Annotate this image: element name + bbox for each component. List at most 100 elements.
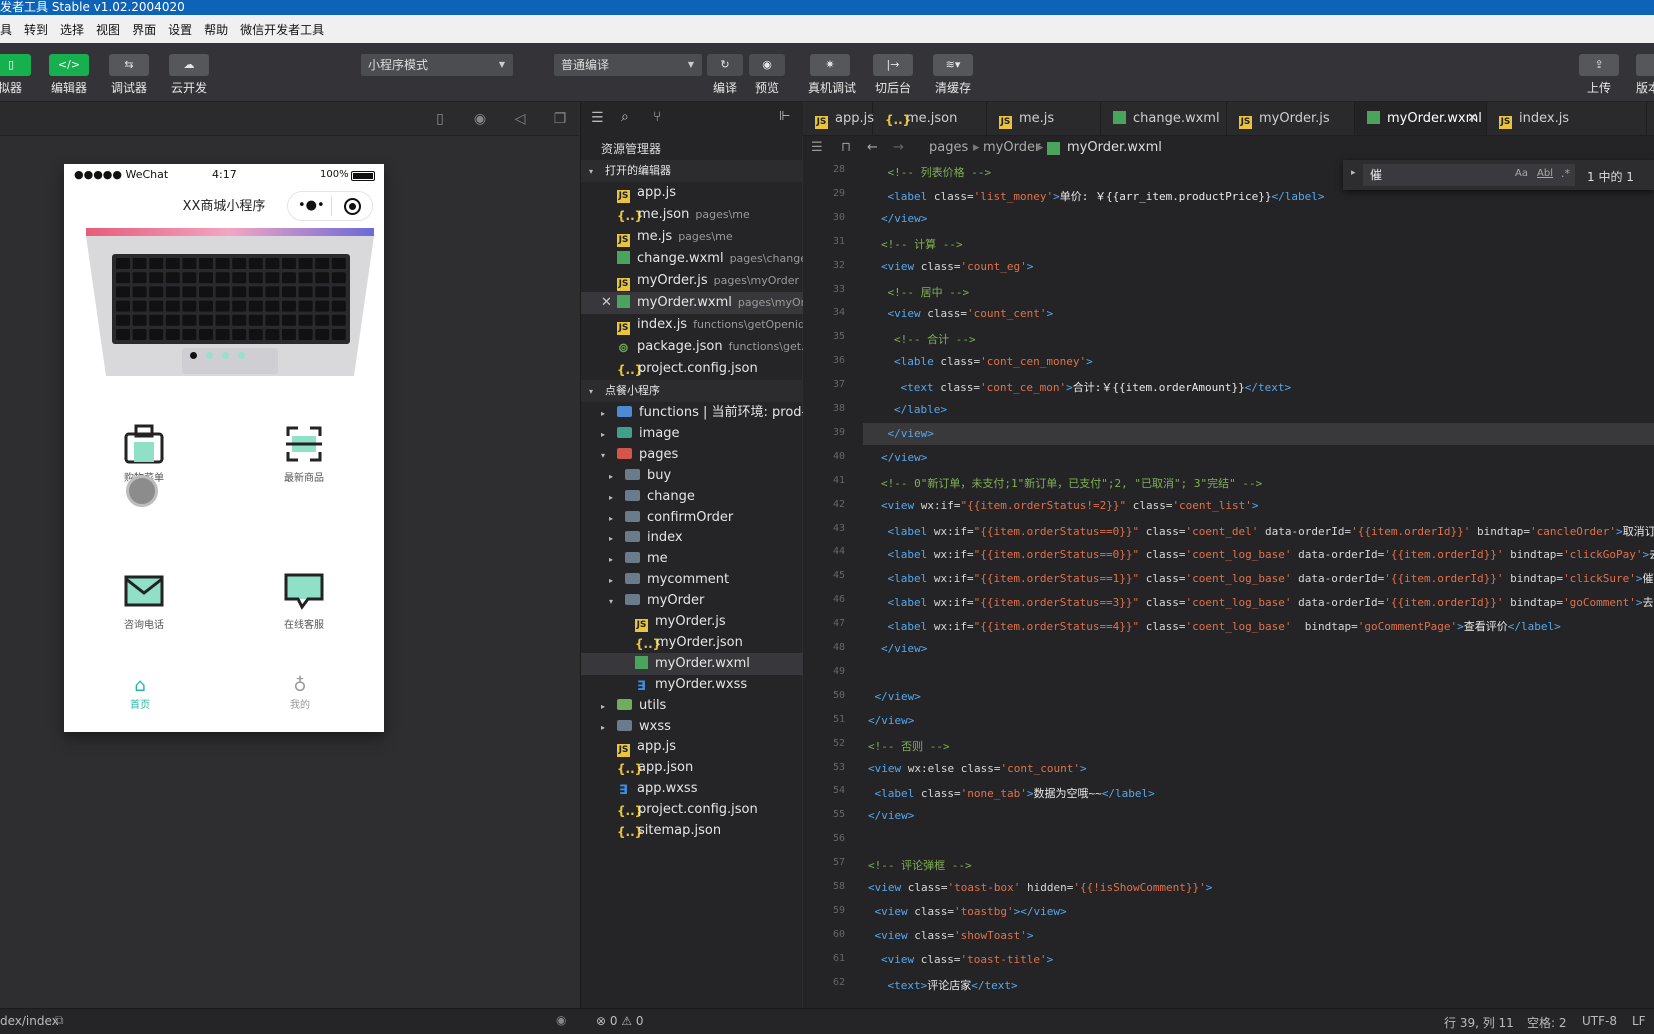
copy-icon[interactable]: ⧉ xyxy=(55,1013,64,1028)
folder-icon xyxy=(625,468,640,480)
grid-item-contact-phone[interactable]: 咨询电话 xyxy=(104,569,184,631)
clear-cache-button[interactable]: ≋▾ 清缓存 xyxy=(932,54,974,96)
tree-item[interactable]: ▸ image xyxy=(581,423,803,445)
tree-item[interactable]: ▸ functions | 当前环境: prod-... xyxy=(581,402,803,424)
git-branch-icon[interactable]: ⑂ xyxy=(653,109,661,125)
menu-item[interactable]: 界面 xyxy=(126,21,162,38)
list-icon[interactable]: ☰ xyxy=(591,110,604,126)
capsule-menu[interactable]: •●• xyxy=(287,191,373,221)
problems-count[interactable]: ⊗ 0 ⚠ 0 xyxy=(596,1014,644,1028)
breadcrumb-pages[interactable]: pages xyxy=(929,136,968,160)
menu-item[interactable]: 帮助 xyxy=(198,21,234,38)
whole-word-icon[interactable]: Abl xyxy=(1537,168,1553,179)
tree-item[interactable]: ▸ wxss xyxy=(581,716,803,738)
list-icon[interactable]: ☰ xyxy=(811,136,823,160)
tree-item[interactable]: ∃ myOrder.wxss xyxy=(581,674,803,696)
open-editor-item[interactable]: JS myOrder.js pages\myOrder xyxy=(581,270,803,292)
tab-app-js[interactable]: JS app.js xyxy=(803,102,874,135)
menu-item[interactable]: 选择 xyxy=(54,21,90,38)
debugger-button[interactable]: ⇆ 调试器 xyxy=(108,54,150,96)
menu-item[interactable]: 具 xyxy=(0,21,18,38)
match-case-icon[interactable]: Aa xyxy=(1515,168,1528,179)
more-icon[interactable]: •●• xyxy=(298,198,325,213)
search-icon[interactable]: ⌕ xyxy=(621,109,629,125)
compile-select[interactable]: 普通编译 ▼ xyxy=(554,54,702,76)
preview-button[interactable]: ◉ 预览 xyxy=(747,54,787,96)
close-icon[interactable] xyxy=(344,198,361,215)
open-editor-item[interactable]: JS me.js pages\me xyxy=(581,226,803,248)
tree-item[interactable]: ▾ myOrder xyxy=(581,590,803,612)
close-icon[interactable]: ✕ xyxy=(1467,102,1478,135)
menu-item[interactable]: 转到 xyxy=(18,21,54,38)
tree-item[interactable]: ∃ app.wxss xyxy=(581,778,803,800)
tree-item[interactable]: ▸ me xyxy=(581,548,803,570)
tree-item[interactable]: JS myOrder.js xyxy=(581,611,803,633)
regex-icon[interactable]: .* xyxy=(1561,167,1570,180)
collapse-panel-icon[interactable]: ⊩ xyxy=(779,109,790,124)
compile-button[interactable]: ↻ 编译 xyxy=(705,54,745,96)
section-open-editors[interactable]: ▾ 打开的编辑器 xyxy=(581,160,803,182)
tree-item[interactable]: ▸ confirmOrder xyxy=(581,507,803,529)
device-icon[interactable]: ▯ xyxy=(432,111,448,127)
tab-myorder-js[interactable]: JS myOrder.js xyxy=(1227,102,1355,135)
bookmark-icon[interactable]: ⊓ xyxy=(841,136,851,160)
menu-item[interactable]: 微信开发者工具 xyxy=(234,21,330,38)
breadcrumb-file[interactable]: myOrder.wxml xyxy=(1067,136,1162,160)
simulator-button[interactable]: ▯ 拟器 xyxy=(0,54,32,96)
open-editor-item[interactable]: {..}project.config.json xyxy=(581,358,803,380)
tab-me[interactable]: ♁ 我的 xyxy=(279,676,321,712)
menu-item[interactable]: 视图 xyxy=(90,21,126,38)
tree-item[interactable]: {..}project.config.json xyxy=(581,799,803,821)
tree-item[interactable]: myOrder.wxml xyxy=(581,652,803,675)
open-editor-item[interactable]: JS app.js xyxy=(581,182,803,204)
open-editor-item[interactable]: {..}me.json pages\me xyxy=(581,204,803,226)
tree-item[interactable]: JS app.js xyxy=(581,736,803,758)
mode-select[interactable]: 小程序模式 ▼ xyxy=(361,54,513,76)
tab-me-json[interactable]: {..}me.json xyxy=(873,102,987,135)
code-editor[interactable]: 28 <!-- 列表价格 --> 29 <label class='list_mone… xyxy=(803,160,1654,1008)
tree-item[interactable]: ▸ mycomment xyxy=(581,569,803,591)
back-icon[interactable]: ← xyxy=(867,136,878,160)
tree-item[interactable]: {..}app.json xyxy=(581,757,803,779)
version-button[interactable]: 版本 xyxy=(1636,54,1654,96)
volume-icon[interactable]: ◁ xyxy=(512,111,528,127)
open-editor-item[interactable]: ✕myOrder.wxmlpages\myOr... xyxy=(581,292,803,314)
open-editor-item[interactable]: JS index.js functions\getOpenid xyxy=(581,314,803,336)
grid-item-online-service[interactable]: 在线客服 xyxy=(264,569,344,631)
editor-button[interactable]: </> 编辑器 xyxy=(48,54,90,96)
real-debug-button[interactable]: ✷ 真机调试 xyxy=(808,54,856,96)
tree-item[interactable]: ▸ utils xyxy=(581,695,803,717)
banner-carousel[interactable] xyxy=(86,228,374,376)
tab-index-js[interactable]: JS index.js xyxy=(1487,102,1647,135)
open-editor-item[interactable]: ⊚package.jsonfunctions\get... xyxy=(581,336,803,358)
record-icon[interactable]: ◉ xyxy=(472,111,488,127)
expand-replace-icon[interactable]: ▸ xyxy=(1351,168,1356,178)
breadcrumb-myorder[interactable]: myOrder xyxy=(983,136,1040,160)
open-editor-item[interactable]: change.wxml pages\change xyxy=(581,248,803,270)
upload-button[interactable]: ⇪ 上传 xyxy=(1578,54,1620,96)
section-project[interactable]: ▾ 点餐小程序 xyxy=(581,380,803,402)
background-button[interactable]: |→ 切后台 xyxy=(872,54,914,96)
tab-me-js[interactable]: JS me.js xyxy=(987,102,1101,135)
tab-change-wxml[interactable]: change.wxml xyxy=(1101,102,1227,135)
encoding[interactable]: UTF-8 xyxy=(1582,1014,1617,1028)
tree-item[interactable]: ▸ change xyxy=(581,486,803,508)
tab-home[interactable]: ⌂ 首页 xyxy=(119,676,161,712)
indent-setting[interactable]: 空格: 2 xyxy=(1527,1014,1567,1031)
tab-myorder-wxml[interactable]: myOrder.wxml ✕ xyxy=(1355,102,1487,135)
tree-item[interactable]: {..}myOrder.json xyxy=(581,632,803,654)
window-icon[interactable]: ❐ xyxy=(552,111,568,127)
eye-icon[interactable]: ◉ xyxy=(556,1013,566,1027)
tree-item[interactable]: ▸ index xyxy=(581,527,803,549)
cursor-position[interactable]: 行 39, 列 11 xyxy=(1444,1014,1514,1031)
tree-item[interactable]: ▸ buy xyxy=(581,465,803,487)
simulator-path[interactable]: dex/index xyxy=(0,1014,59,1028)
line-ending[interactable]: LF xyxy=(1632,1014,1646,1028)
menu-item[interactable]: 设置 xyxy=(162,21,198,38)
tree-item[interactable]: {..}sitemap.json xyxy=(581,820,803,842)
grid-item-new-products[interactable]: 最新商品 xyxy=(264,422,344,484)
close-icon[interactable]: ✕ xyxy=(601,292,612,314)
forward-icon[interactable]: → xyxy=(893,136,904,160)
tree-item[interactable]: ▾ pages xyxy=(581,444,803,466)
cloud-button[interactable]: ☁ 云开发 xyxy=(168,54,210,96)
